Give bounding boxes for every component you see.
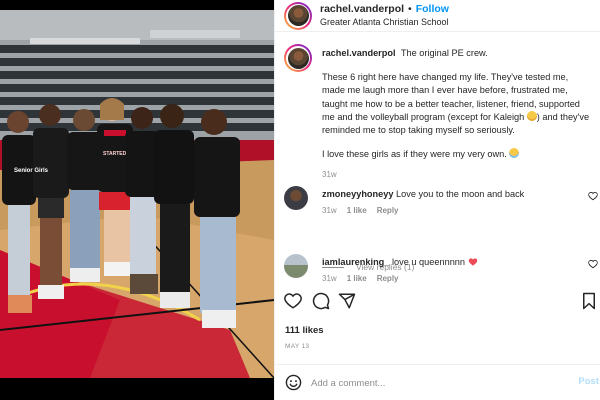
- caption-avatar[interactable]: [284, 44, 312, 72]
- location-link[interactable]: Greater Atlanta Christian School: [320, 16, 449, 28]
- caption-username[interactable]: rachel.vanderpol: [322, 48, 396, 58]
- comment-time[interactable]: 31w: [322, 274, 337, 283]
- like-comment-heart-icon[interactable]: [588, 259, 598, 269]
- comments-list[interactable]: rachel.vanderpol The original PE crew. T…: [275, 38, 600, 288]
- commenter-username[interactable]: iamlaurenking_: [322, 257, 389, 267]
- comment-composer: Post: [275, 364, 600, 400]
- comment-likes[interactable]: 1 like: [347, 274, 367, 283]
- separator-dot: •: [408, 3, 412, 15]
- grimace-emoji-icon: [526, 110, 537, 121]
- heart-icon[interactable]: [284, 292, 302, 310]
- post-button[interactable]: Post: [578, 376, 599, 387]
- commenter-username[interactable]: zmoneyyhoneyy: [322, 189, 393, 199]
- likes-count[interactable]: 111 likes: [285, 325, 324, 336]
- post-photo[interactable]: Senior Girls STARTED: [0, 0, 274, 400]
- comment-text: love u queennnnn: [391, 257, 466, 267]
- caption-time[interactable]: 31w: [322, 168, 592, 181]
- post-date[interactable]: MAY 13: [285, 343, 309, 350]
- author-avatar[interactable]: [284, 1, 312, 30]
- crying-emoji-icon: [509, 148, 520, 159]
- comment-icon[interactable]: [312, 292, 330, 310]
- shirt-text-senior-girls: Senior Girls: [14, 168, 49, 174]
- comment-time[interactable]: 31w: [322, 206, 337, 215]
- caption-paragraph-3: I love these girls as if they were my ve…: [322, 149, 507, 160]
- comment-text: Love you to the moon and back: [396, 189, 525, 199]
- comment-input[interactable]: [311, 375, 561, 391]
- team-photo-art: [0, 0, 274, 400]
- reply-button[interactable]: Reply: [377, 206, 399, 215]
- action-bar: [275, 292, 600, 314]
- caption-line-1: The original PE crew.: [400, 48, 488, 58]
- follow-button[interactable]: Follow: [416, 3, 449, 16]
- reply-button[interactable]: Reply: [377, 274, 399, 283]
- emoji-icon[interactable]: [285, 374, 302, 391]
- like-comment-heart-icon[interactable]: [588, 191, 598, 201]
- share-icon[interactable]: [338, 292, 356, 310]
- author-username[interactable]: rachel.vanderpol: [320, 3, 404, 16]
- shirt-text-started: STARTED: [103, 151, 127, 157]
- post-header: rachel.vanderpol • Follow Greater Atlant…: [275, 0, 600, 32]
- commenter-avatar[interactable]: [284, 186, 308, 210]
- comment-likes[interactable]: 1 like: [347, 206, 367, 215]
- commenter-avatar[interactable]: [284, 254, 308, 278]
- red-heart-emoji-icon: [468, 258, 477, 266]
- bookmark-icon[interactable]: [580, 292, 598, 310]
- post-details-panel: rachel.vanderpol • Follow Greater Atlant…: [274, 0, 600, 400]
